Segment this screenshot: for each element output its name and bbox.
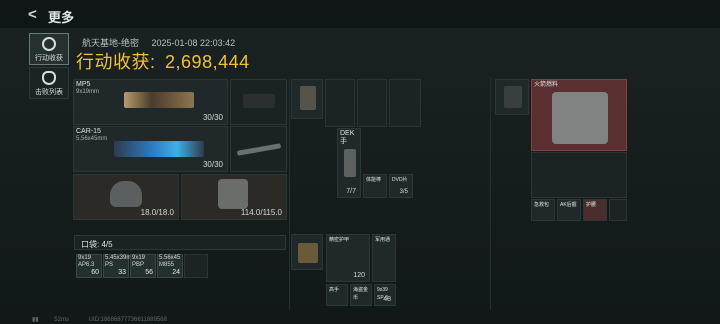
ammo-qty: 60 [91, 269, 99, 276]
ammo-type: 5.56x45 M855 [159, 255, 181, 268]
ammo-count: 30/30 [202, 160, 223, 169]
container-cell[interactable] [531, 152, 627, 198]
ammo-qty: 33 [118, 269, 126, 276]
tab-kill-list-label: 击败列表 [35, 89, 63, 96]
backpack-slot[interactable] [291, 234, 323, 270]
fuel-can-icon [552, 92, 608, 144]
item-label: 体能棒 [366, 177, 382, 183]
knife-icon [236, 143, 282, 156]
rig-cell[interactable] [357, 79, 387, 127]
divider [490, 77, 491, 310]
item-label: 急救包 [534, 202, 550, 208]
secure-container-slot[interactable] [495, 79, 529, 115]
tab-harvest[interactable]: 行动收获 [29, 33, 69, 65]
item-label: 高手 [329, 287, 340, 293]
container-item-small[interactable]: 护腰 [583, 199, 607, 221]
helmet-icon [110, 181, 142, 207]
item-count: 120 [353, 272, 365, 279]
divider [289, 77, 290, 310]
item-count: 7/7 [346, 188, 356, 195]
item-label: DVD片 [392, 177, 408, 183]
ammo-qty: 24 [172, 269, 180, 276]
pistol-slot[interactable] [230, 79, 287, 125]
pocket-header: 口袋: 4/5 [74, 235, 286, 250]
bag-item[interactable]: 9x39 SP-5 48 [374, 284, 396, 306]
item-label: 火箭燃料 [534, 82, 559, 88]
ping-text: 52ms [54, 317, 69, 323]
container-icon [504, 86, 522, 108]
weapon-caliber: 9x19mm [76, 89, 100, 95]
tab-kill-list[interactable]: 击败列表 [29, 67, 69, 99]
rig-item-small[interactable]: 体能棒 [363, 174, 387, 198]
bag-item[interactable]: 海盗金币 [350, 284, 372, 306]
item-label: DEK手 [340, 130, 355, 145]
vest-durability: 114.0/115.0 [240, 208, 282, 217]
pistol-icon [243, 94, 275, 108]
item-label: 精密护甲 [329, 237, 350, 243]
item-label: 护腰 [586, 202, 597, 208]
container-item-small[interactable]: 急救包 [531, 199, 555, 221]
item-label: AK后握 [560, 202, 577, 208]
top-bar [0, 0, 720, 28]
container-cell[interactable] [609, 199, 627, 221]
wifi-icon: ▮▮ [32, 317, 39, 323]
rig-item-dek[interactable]: DEK手 7/7 [337, 128, 361, 198]
smg-icon [124, 92, 194, 108]
footer: ▮▮ 52ms UID:18686877736611889568 [32, 316, 167, 323]
ammo-type: 9x19 PBP [132, 255, 146, 268]
empty-pocket-slot[interactable] [184, 254, 208, 278]
chest-rig-slot[interactable] [291, 79, 323, 119]
melee-slot[interactable] [230, 126, 287, 172]
uid-text: UID:18686877736611889568 [88, 317, 167, 323]
bag-item[interactable]: 军用通 [372, 234, 396, 282]
tab-harvest-label: 行动收获 [35, 55, 63, 62]
datetime-text: 2025-01-08 22:03:42 [151, 38, 236, 48]
ammo-item[interactable]: 5.45x39mm PS 33 [103, 254, 136, 278]
helmet-slot[interactable]: 18.0/18.0 [73, 174, 179, 220]
backpack-icon [298, 243, 318, 263]
harvest-value: 2,698,444 [165, 52, 250, 72]
ammo-qty: 56 [145, 269, 153, 276]
back-icon[interactable]: < [28, 6, 37, 23]
location-text: 航天基地-绝密 [82, 38, 139, 48]
weapon-name: MP5 [76, 81, 91, 88]
device-icon [344, 149, 356, 177]
rig-icon [300, 86, 316, 110]
target-icon [42, 37, 56, 51]
rig-item-small[interactable]: DVD片 3/5 [389, 174, 413, 198]
harvest-label: 行动收获: [76, 52, 156, 72]
harvest-summary: 行动收获: 2,698,444 [76, 48, 250, 74]
sidebar: 行动收获 击败列表 [29, 33, 69, 101]
weapon-slot-primary[interactable]: MP5 9x19mm 30/30 [73, 79, 228, 125]
ammo-item[interactable]: 9x19 PBP 56 [130, 254, 156, 278]
weapon-caliber: 5.56x45mm [76, 136, 108, 142]
item-count: 3/5 [399, 189, 408, 195]
ammo-type: 9x19 AP6.3 [78, 255, 95, 268]
ammo-item[interactable]: 9x19 AP6.3 60 [76, 254, 102, 278]
item-label: 海盗金币 [353, 287, 369, 301]
armor-vest-icon [218, 179, 248, 209]
vest-slot[interactable]: 114.0/115.0 [181, 174, 287, 220]
helmet-durability: 18.0/18.0 [140, 208, 174, 217]
item-label: 军用通 [375, 237, 391, 243]
container-item-rocket-fuel[interactable]: 火箭燃料 [531, 79, 627, 151]
rig-cell[interactable] [325, 79, 355, 127]
weapon-slot-secondary[interactable]: CAR-15 5.56x45mm 30/30 [73, 126, 228, 172]
ammo-count: 30/30 [202, 113, 223, 122]
rig-cell[interactable] [389, 79, 421, 127]
skull-icon [42, 71, 56, 85]
ammo-item[interactable]: 5.56x45 M855 24 [157, 254, 183, 278]
pocket-label: 口袋: 4/5 [81, 240, 113, 249]
rifle-icon [114, 141, 204, 157]
page-title: 更多 [48, 10, 75, 25]
weapon-name: CAR-15 [76, 128, 101, 135]
bag-item[interactable]: 精密护甲 120 [326, 234, 370, 282]
container-item-small[interactable]: AK后握 [557, 199, 581, 221]
item-count: 48 [383, 296, 391, 303]
bag-item[interactable]: 高手 [326, 284, 348, 306]
